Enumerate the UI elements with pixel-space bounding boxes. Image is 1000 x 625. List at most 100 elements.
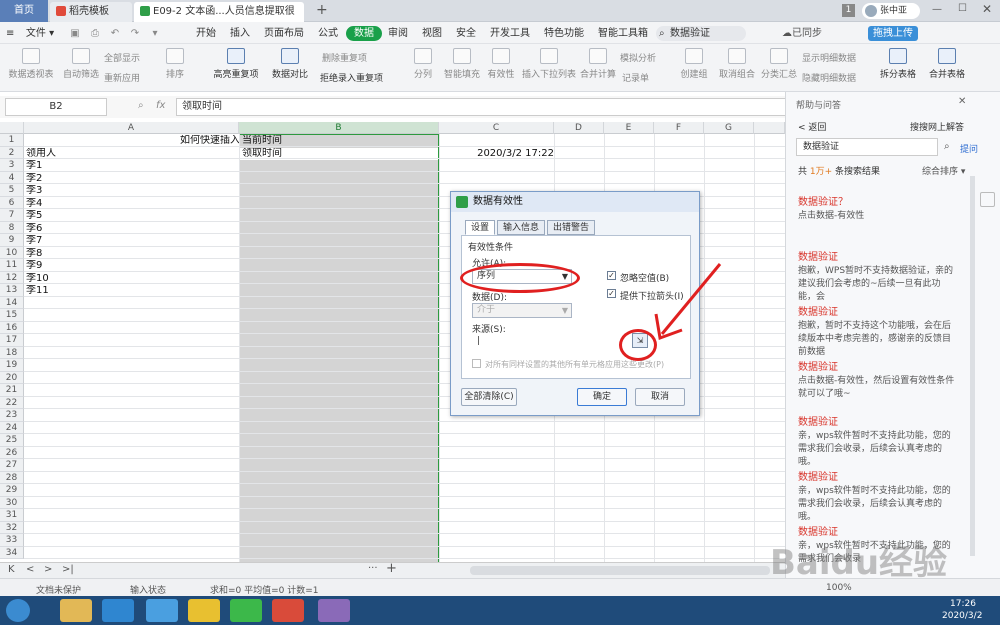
start-button[interactable] (6, 599, 30, 622)
row-header[interactable]: 8 (0, 221, 24, 234)
zoom-level[interactable]: 100% (826, 583, 852, 593)
row-header[interactable]: 19 (0, 359, 24, 372)
cancel-button[interactable]: 取消 (635, 388, 685, 406)
user-account[interactable]: 张中亚 (862, 3, 920, 19)
new-tab-icon[interactable]: + (316, 2, 328, 18)
name-box[interactable]: B2 (5, 98, 107, 116)
pivot-table-button[interactable]: 数据透视表 (6, 48, 56, 80)
menu-item-insert[interactable]: 插入 (228, 26, 252, 41)
hamburger-icon[interactable]: ≡ (6, 26, 14, 41)
close-icon[interactable]: ✕ (982, 2, 992, 16)
clock-time[interactable]: 17:26 (950, 599, 976, 609)
subtotal-button[interactable]: 分类汇总 (760, 48, 798, 80)
protect-status[interactable]: 文档未保护 (36, 583, 81, 596)
result-title[interactable]: 数据验证 (798, 416, 958, 430)
menu-item-layout[interactable]: 页面布局 (262, 26, 306, 41)
insert-dropdown-button[interactable]: 插入下拉列表 (522, 48, 576, 80)
result-item[interactable]: 数据验证 抱歉，WPS暂时不支持数据验证，亲的建议我们会考虑的~后续一旦有此功能，… (798, 251, 958, 304)
cell-name[interactable]: 李4 (26, 198, 236, 211)
panel-back-button[interactable]: < 返回 (798, 120, 826, 133)
horizontal-scrollbar[interactable] (470, 566, 770, 575)
col-header-a[interactable]: A (24, 122, 239, 134)
menu-item-view[interactable]: 视图 (420, 26, 444, 41)
cell-name[interactable]: 李2 (26, 173, 236, 186)
last-sheet-icon[interactable]: >| (62, 564, 74, 575)
cell-name[interactable]: 李8 (26, 248, 236, 261)
more-sheets-icon[interactable]: ··· (368, 563, 378, 574)
minimize-icon[interactable]: — (932, 4, 942, 15)
row-header[interactable]: 26 (0, 446, 24, 459)
row-header[interactable]: 28 (0, 471, 24, 484)
row-header[interactable]: 15 (0, 309, 24, 322)
row-header[interactable]: 34 (0, 546, 24, 559)
maximize-icon[interactable]: ☐ (958, 3, 967, 14)
result-title[interactable]: 数据验证 (798, 306, 958, 320)
panel-close-icon[interactable]: ✕ (958, 96, 966, 107)
select-all[interactable] (0, 122, 24, 134)
what-if-button[interactable]: 模拟分析 (620, 51, 668, 64)
panel-search-icon[interactable]: ⌕ (944, 141, 950, 152)
tab-template[interactable]: 稻壳模板 (50, 2, 132, 22)
ungroup-button[interactable]: 取消组合 (716, 48, 758, 80)
result-item[interactable]: 数据验证？ 点击数据-有效性 (798, 196, 958, 223)
hide-detail-button[interactable]: 隐藏明细数据 (802, 71, 872, 84)
selected-column-b[interactable] (239, 134, 439, 562)
result-item[interactable]: 数据验证 点击数据-有效性，然后设置有效性条件就可以了哦~ (798, 361, 958, 401)
cell-name[interactable]: 李6 (26, 223, 236, 236)
col-header-d[interactable]: D (554, 122, 604, 134)
first-sheet-icon[interactable]: K (8, 564, 15, 575)
search-web-link[interactable]: 搜搜网上解答 (910, 120, 964, 133)
row-header[interactable]: 12 (0, 271, 24, 284)
reapply-button[interactable]: 重新应用 (104, 71, 156, 84)
cell-name[interactable]: 李1 (26, 160, 236, 173)
row-header[interactable]: 29 (0, 484, 24, 497)
panel-scrollbar[interactable] (970, 176, 975, 556)
clock-date[interactable]: 2020/3/2 (942, 611, 982, 621)
row-header[interactable]: 14 (0, 296, 24, 309)
save-icon[interactable]: ▣ (68, 26, 82, 41)
split-table-button[interactable]: 拆分表格 (876, 48, 920, 80)
print-icon[interactable]: ⎙ (88, 26, 102, 41)
panel-search-input[interactable]: 数据验证 (796, 138, 938, 156)
row-header[interactable]: 3 (0, 159, 24, 172)
undo-icon[interactable]: ↶ (108, 26, 122, 41)
menu-item-security[interactable]: 安全 (454, 26, 478, 41)
consolidate-button[interactable]: 合并计算 (578, 48, 618, 80)
search-box[interactable]: ⌕ 数据验证 (656, 26, 746, 41)
merge-table-button[interactable]: 合并表格 (924, 48, 970, 80)
menu-item-data[interactable]: 数据 (346, 26, 382, 41)
col-header-b[interactable]: B (239, 122, 439, 134)
row-header[interactable]: 31 (0, 509, 24, 522)
menu-item-home[interactable]: 开始 (194, 26, 218, 41)
tab-settings[interactable]: 设置 (465, 220, 496, 235)
col-header-e[interactable]: E (604, 122, 654, 134)
reject-duplicates-button[interactable]: 拒绝录入重复项 (320, 71, 400, 84)
row-header[interactable]: 6 (0, 196, 24, 209)
panel-side-icon[interactable] (980, 192, 995, 207)
highlight-duplicates-button[interactable]: 高亮重复项 (212, 48, 260, 80)
tab-input-message[interactable]: 输入信息 (497, 220, 546, 235)
result-title[interactable]: 数据验证 (798, 251, 958, 265)
row-header[interactable]: 17 (0, 334, 24, 347)
menu-item-developer[interactable]: 开发工具 (488, 26, 532, 41)
explorer-icon[interactable] (60, 599, 92, 622)
zoom-icon[interactable]: ⌕ (138, 100, 144, 111)
redo-icon[interactable]: ↷ (128, 26, 142, 41)
validity-button[interactable]: 有效性 (484, 48, 518, 80)
clear-all-button[interactable]: 全部清除(C) (461, 388, 517, 406)
row-header[interactable]: 2 (0, 146, 24, 159)
formula-input[interactable]: 领取时间 (176, 98, 786, 116)
col-header-c[interactable]: C (439, 122, 554, 134)
cell-name[interactable]: 李9 (26, 260, 236, 273)
row-header[interactable]: 4 (0, 171, 24, 184)
sort-button[interactable]: 排序 (160, 48, 190, 80)
cell-name[interactable]: 李3 (26, 185, 236, 198)
prev-sheet-icon[interactable]: < (26, 564, 34, 575)
menu-item-formula[interactable]: 公式 (316, 26, 340, 41)
sort-dropdown[interactable]: 综合排序 ▾ (922, 164, 965, 177)
row-header[interactable]: 7 (0, 209, 24, 222)
menu-item-review[interactable]: 审阅 (386, 26, 410, 41)
source-input[interactable]: | (472, 334, 622, 349)
browser-icon[interactable] (102, 599, 134, 622)
media-player-icon[interactable] (230, 599, 262, 622)
